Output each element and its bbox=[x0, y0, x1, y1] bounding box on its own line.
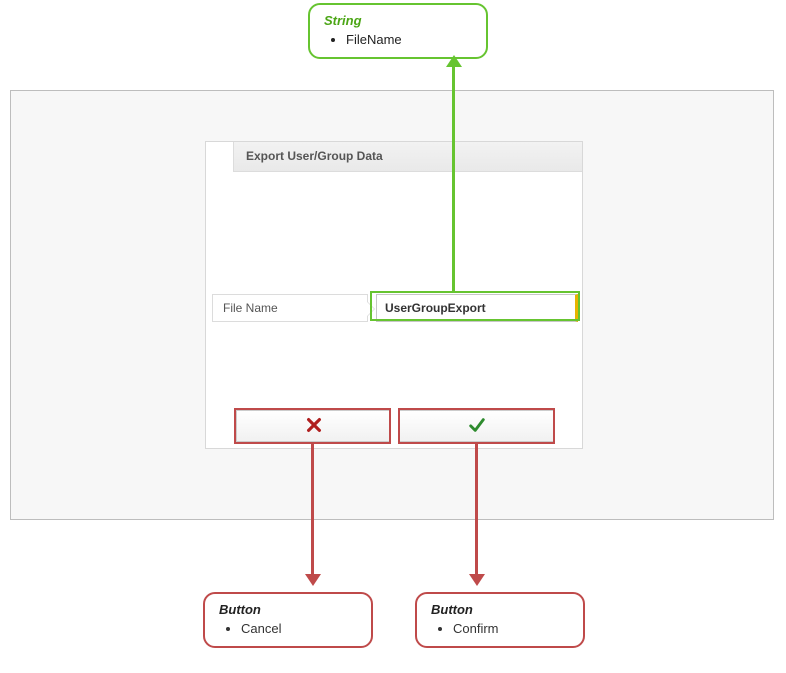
export-dialog: Export User/Group Data File Name bbox=[205, 141, 583, 449]
check-icon bbox=[468, 416, 486, 437]
filename-input[interactable] bbox=[376, 294, 578, 322]
callout-confirm: Button Confirm bbox=[415, 592, 585, 648]
callout-string: String FileName bbox=[308, 3, 488, 59]
cancel-button[interactable] bbox=[236, 410, 391, 442]
dialog-title-tab bbox=[206, 142, 234, 172]
callout-string-item: FileName bbox=[346, 32, 472, 47]
filename-label: File Name bbox=[212, 294, 368, 322]
callout-confirm-item: Confirm bbox=[453, 621, 569, 636]
dialog-titlebar: Export User/Group Data bbox=[206, 142, 582, 172]
callout-cancel: Button Cancel bbox=[203, 592, 373, 648]
callout-confirm-type: Button bbox=[431, 602, 569, 617]
dialog-title: Export User/Group Data bbox=[246, 149, 383, 163]
confirm-button[interactable] bbox=[399, 410, 554, 442]
dialog-button-row bbox=[236, 410, 554, 442]
cross-icon bbox=[305, 416, 323, 437]
callout-string-type: String bbox=[324, 13, 472, 28]
filename-label-text: File Name bbox=[223, 301, 278, 315]
filename-row: File Name bbox=[212, 294, 578, 322]
callout-cancel-type: Button bbox=[219, 602, 357, 617]
callout-cancel-item: Cancel bbox=[241, 621, 357, 636]
